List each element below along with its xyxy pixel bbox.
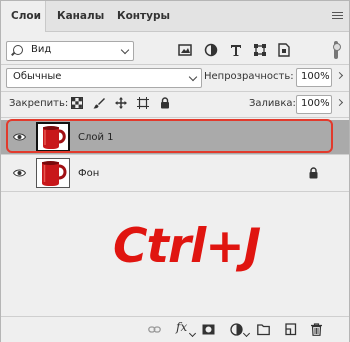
panel-footer-toolbar: fx <box>1 316 349 342</box>
divider <box>1 117 349 118</box>
chevron-down-icon <box>188 72 198 82</box>
add-layer-mask-icon[interactable] <box>202 323 215 336</box>
chevron-down-icon <box>188 329 197 338</box>
layer-style-fx-icon[interactable]: fx <box>176 320 187 334</box>
layer-thumbnail <box>36 158 70 188</box>
tab-paths[interactable]: Контуры <box>117 1 170 31</box>
filter-kind-select[interactable]: Вид <box>6 41 134 61</box>
panel-tab-bar: Слои Каналы Контуры <box>1 1 349 32</box>
fill-dropdown-arrow[interactable] <box>336 96 343 113</box>
lock-transparent-pixels-icon[interactable] <box>71 97 83 109</box>
shortcut-overlay-text: Ctrl+J <box>113 219 261 274</box>
lock-label: Закрепить: <box>9 98 69 109</box>
tab-layers[interactable]: Слои <box>1 1 46 32</box>
selection-highlight-outline <box>6 119 333 153</box>
opacity-dropdown-arrow[interactable] <box>336 69 343 86</box>
filter-adjustment-layers-icon[interactable] <box>204 43 218 57</box>
opacity-input[interactable]: 100% <box>296 68 332 87</box>
divider <box>1 64 349 65</box>
new-group-folder-icon[interactable] <box>257 323 270 336</box>
layer-row-background[interactable]: Фон <box>1 156 349 190</box>
lock-position-move-icon[interactable] <box>115 97 127 109</box>
fill-input[interactable]: 100% <box>296 95 332 114</box>
filter-shape-layers-icon[interactable] <box>253 43 267 57</box>
divider <box>1 91 349 92</box>
lock-artboard-icon[interactable] <box>137 97 149 109</box>
new-adjustment-layer-icon[interactable] <box>230 323 243 336</box>
lock-image-pixels-brush-icon[interactable] <box>93 97 105 109</box>
blend-mode-select[interactable]: Обычные <box>6 68 202 88</box>
lock-all-icon[interactable] <box>159 97 171 109</box>
fill-value: 100% <box>301 98 330 109</box>
filter-type-layers-icon[interactable] <box>229 43 243 57</box>
new-layer-icon[interactable] <box>284 323 297 336</box>
red-mug-thumbnail-icon <box>37 159 69 187</box>
divider <box>1 154 349 155</box>
opacity-value: 100% <box>301 71 330 82</box>
filter-toggle-switch[interactable] <box>330 41 342 59</box>
link-layers-icon[interactable] <box>148 323 161 336</box>
layer-name[interactable]: Фон <box>78 168 99 179</box>
divider <box>1 191 349 192</box>
visibility-eye-icon[interactable] <box>13 169 26 177</box>
delete-layer-trash-icon[interactable] <box>310 323 323 336</box>
filter-smart-objects-icon[interactable] <box>277 43 291 57</box>
layer-locked-icon[interactable] <box>308 167 319 179</box>
filter-pixel-layers-icon[interactable] <box>178 43 192 57</box>
fill-label: Заливка: <box>249 98 296 109</box>
blend-mode-value: Обычные <box>13 71 62 82</box>
search-icon <box>13 45 23 55</box>
layers-panel: Слои Каналы Контуры Вид Обычные Непрозра… <box>0 0 350 342</box>
chevron-down-icon <box>120 45 130 55</box>
panel-menu-icon[interactable] <box>332 12 343 20</box>
filter-kind-label: Вид <box>31 44 52 55</box>
opacity-label: Непрозрачность: <box>204 71 294 82</box>
chevron-down-icon <box>242 329 251 338</box>
tab-channels[interactable]: Каналы <box>57 1 104 31</box>
